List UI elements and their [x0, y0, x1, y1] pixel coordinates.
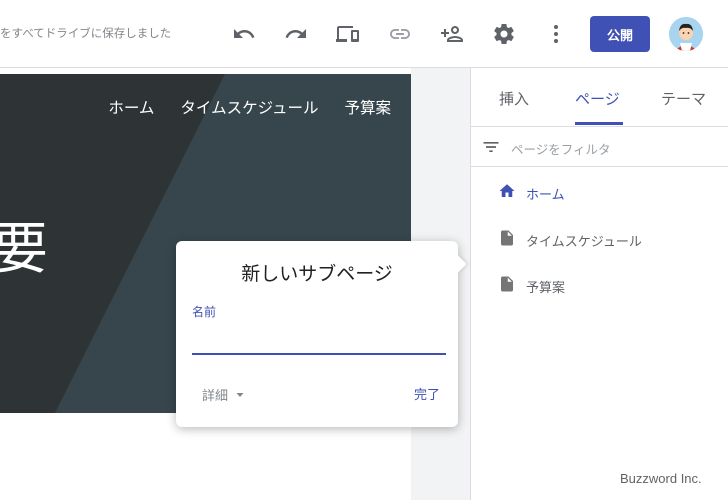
- side-panel: 挿入 ページ テーマ ページをフィルタ ホーム タイムスケジュール 予算案: [470, 68, 728, 500]
- nav-item-home[interactable]: ホーム: [108, 96, 154, 118]
- site-navigation: ホーム タイムスケジュール 予算案: [108, 96, 391, 118]
- dialog-title: 新しいサブページ: [241, 263, 393, 285]
- page-item-budget[interactable]: 予算案: [471, 267, 728, 303]
- details-label: 詳細: [202, 389, 229, 404]
- more-vert-icon[interactable]: [542, 20, 570, 48]
- done-button[interactable]: 完了: [414, 384, 440, 403]
- page-item-label: 予算案: [526, 281, 566, 296]
- page-item-home[interactable]: ホーム: [471, 174, 728, 210]
- details-button[interactable]: 詳細: [202, 385, 246, 404]
- page-title[interactable]: 要: [0, 204, 48, 285]
- page-name-input[interactable]: [192, 321, 446, 355]
- page-filter[interactable]: ページをフィルタ: [471, 126, 728, 167]
- active-tab-indicator: [575, 122, 623, 125]
- nav-item-schedule[interactable]: タイムスケジュール: [180, 96, 318, 118]
- preview-devices-icon[interactable]: [334, 20, 362, 48]
- brand-watermark: Buzzword Inc.: [620, 471, 702, 486]
- home-icon: [499, 184, 515, 197]
- nav-item-budget[interactable]: 予算案: [344, 96, 391, 118]
- panel-tabs: 挿入 ページ テーマ: [471, 68, 728, 127]
- page-icon: [501, 230, 513, 246]
- link-icon[interactable]: [386, 20, 414, 48]
- new-subpage-dialog: 新しいサブページ 名前 詳細 完了: [176, 241, 467, 427]
- publish-button[interactable]: 公開: [590, 16, 650, 52]
- name-field-label: 名前: [192, 305, 217, 319]
- tab-insert[interactable]: 挿入: [499, 88, 529, 109]
- save-status-text: をすべてドライブに保存しました: [0, 26, 172, 40]
- gear-icon[interactable]: [490, 20, 518, 48]
- page-item-schedule[interactable]: タイムスケジュール: [471, 221, 728, 257]
- page-icon: [501, 276, 513, 292]
- chevron-down-icon: [236, 392, 244, 397]
- tab-themes[interactable]: テーマ: [661, 88, 706, 109]
- undo-icon[interactable]: [230, 20, 258, 48]
- share-add-person-icon[interactable]: [438, 20, 466, 48]
- redo-icon[interactable]: [282, 20, 310, 48]
- filter-icon: [483, 142, 499, 152]
- top-toolbar: をすべてドライブに保存しました 公開: [0, 0, 728, 68]
- page-item-label: タイムスケジュール: [526, 235, 642, 250]
- avatar[interactable]: [669, 17, 703, 51]
- page-item-label: ホーム: [526, 188, 565, 203]
- tab-pages[interactable]: ページ: [575, 88, 620, 109]
- filter-placeholder: ページをフィルタ: [511, 142, 611, 157]
